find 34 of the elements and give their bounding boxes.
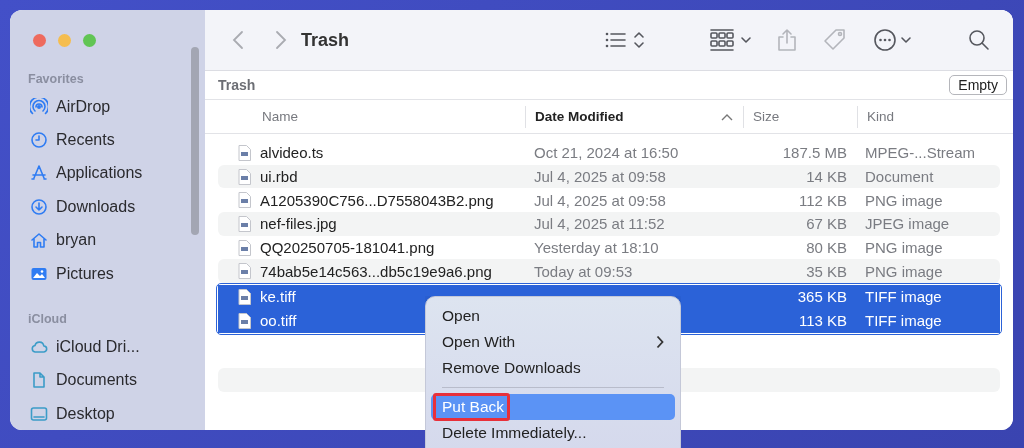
file-name: 74bab5e14c563...db5c19e9a6.png (260, 262, 492, 280)
section-header: iCloud (27, 311, 68, 329)
size-cell: 14 KB (806, 168, 847, 186)
kind-cell: TIFF image (865, 288, 942, 306)
date-cell: Jul 4, 2025 at 11:52 (534, 215, 665, 233)
size-cell: 67 KB (806, 215, 847, 233)
file-name: QQ20250705-181041.png (260, 239, 435, 257)
date-cell: Today at 09:53 (534, 262, 633, 280)
date-cell: Oct 21, 2024 at 16:50 (534, 144, 679, 162)
size-cell: 80 KB (806, 239, 847, 257)
file-name: oo.tiff (260, 312, 297, 330)
file-name: nef-files.jpg (260, 215, 337, 233)
section-header: Favorites (27, 71, 85, 88)
path-label: Trash (218, 77, 256, 93)
kind-cell: Document (865, 168, 934, 186)
date-cell: Yesterday at 18:10 (534, 239, 659, 257)
size-cell: 365 KB (797, 288, 847, 306)
size-cell: 113 KB (798, 312, 847, 330)
date-cell: Jul 4, 2025 at 09:58 (534, 191, 666, 209)
size-cell: 112 KB (798, 191, 847, 209)
window-title: Trash (301, 29, 350, 51)
date-cell: Jul 4, 2025 at 09:58 (534, 168, 666, 186)
file-name: ke.tiff (260, 288, 296, 306)
file-name: ui.rbd (260, 168, 298, 186)
kind-cell: JPEG image (865, 215, 950, 233)
size-cell: 35 KB (806, 262, 847, 280)
kind-cell: PNG image (865, 262, 943, 280)
kind-cell: MPEG-...Stream (865, 144, 976, 162)
size-cell: 187.5 MB (782, 144, 847, 162)
file-name: alvideo.ts (260, 144, 324, 162)
kind-cell: PNG image (865, 191, 943, 209)
file-name: A1205390C756...D7558043B2.png (260, 191, 494, 209)
kind-cell: PNG image (865, 239, 943, 257)
kind-cell: TIFF image (865, 312, 942, 330)
